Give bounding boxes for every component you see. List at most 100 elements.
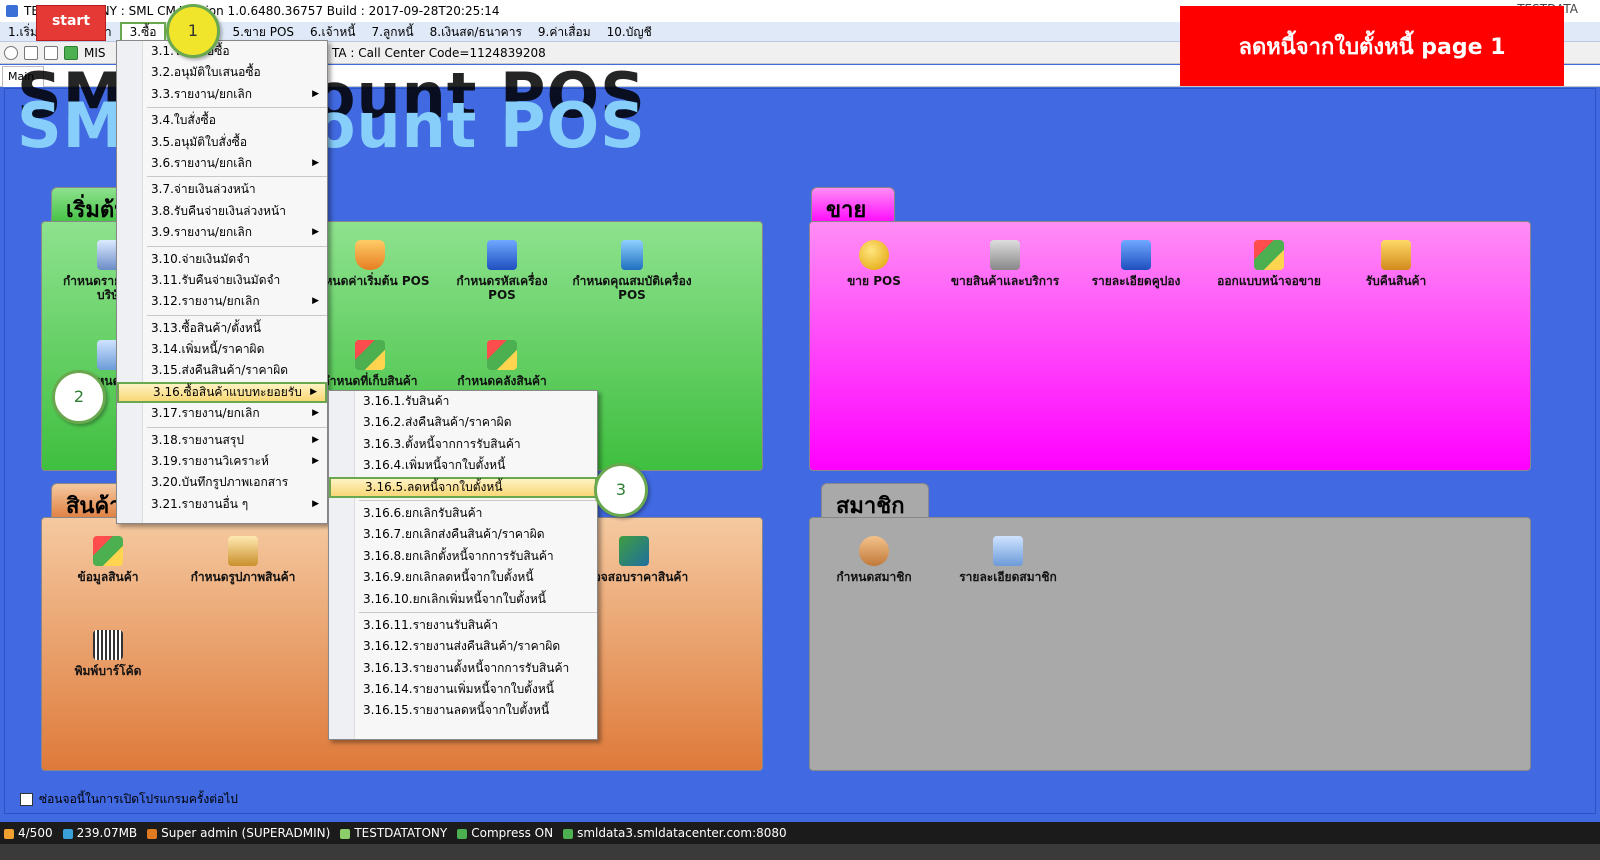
- submenu-item-label: 3.16.7.ยกเลิกส่งคืนสินค้า/ราคาผิด: [363, 527, 545, 542]
- menu-item[interactable]: 3.11.รับคืนจ่ายเงินมัดจำ: [117, 270, 327, 291]
- menu-item-3-16-installment[interactable]: 3.16.ซื้อสินค้าแบบทะยอยรับ ▶: [117, 381, 327, 404]
- menu-item[interactable]: 3.6.รายงาน/ยกเลิก ▶: [117, 153, 327, 174]
- submenu-item[interactable]: 3.16.9.ยกเลิกลดหนี้จากใบตั้งหนี้: [329, 567, 597, 588]
- compress-value: Compress ON: [471, 826, 554, 840]
- compress-status: Compress ON: [457, 826, 553, 840]
- submenu-arrow-icon: ▶: [312, 296, 319, 307]
- status-bar: 4/500 239.07MB Super admin (SUPERADMIN) …: [0, 822, 1600, 844]
- submenu-item-label: 3.16.14.รายงานเพิ่มหนี้จากใบตั้งหนี้: [363, 682, 554, 697]
- tile-member-detail[interactable]: รายละเอียดสมาชิก: [944, 536, 1072, 584]
- menu-item-label: 3.5.อนุมัติใบสั่งซื้อ: [151, 134, 248, 149]
- home-icon[interactable]: [4, 45, 18, 60]
- menu-item[interactable]: 3.20.บันทึกรูปภาพเอกสาร: [117, 472, 327, 493]
- submenu-item[interactable]: 3.16.6.ยกเลิกรับสินค้า: [329, 503, 597, 524]
- menu-item[interactable]: 3.14.เพิ่มหนี้/ราคาผิด: [117, 339, 327, 360]
- submenu-item[interactable]: 3.16.12.รายงานส่งคืนสินค้า/ราคาผิด: [329, 636, 597, 657]
- menu-buy[interactable]: 3.ซื้อ: [119, 21, 167, 42]
- menu-item[interactable]: 3.19.รายงานวิเคราะห์ ▶: [117, 451, 327, 472]
- menu-debtor[interactable]: 7.ลูกหนี้: [363, 22, 421, 42]
- submenu-item[interactable]: 3.16.1.รับสินค้า: [329, 391, 597, 412]
- menu-item-label: 3.10.จ่ายเงินมัดจำ: [151, 251, 250, 266]
- play-icon: [563, 828, 574, 839]
- menu-item[interactable]: 3.8.รับคืนจ่ายเงินล่วงหน้า: [117, 201, 327, 222]
- submenu-item[interactable]: 3.16.14.รายงานเพิ่มหนี้จากใบตั้งหนี้: [329, 679, 597, 700]
- menu-accounting[interactable]: 10.บัญชี: [599, 22, 660, 42]
- gears-icon: [990, 240, 1020, 270]
- tile-label: พิมพ์บาร์โค้ด: [74, 664, 142, 678]
- submenu-item-label: 3.16.4.เพิ่มหนี้จากใบตั้งหนี้: [363, 458, 506, 473]
- menu-item-label: 3.13.ซื้อสินค้า/ตั้งหนี้: [151, 320, 261, 335]
- menu-item[interactable]: 3.9.รายงาน/ยกเลิก ▶: [117, 222, 327, 243]
- panel-sale: ขาย POS ขายสินค้าและบริการ รายละเอียดคูป…: [809, 221, 1531, 471]
- tile-product-data[interactable]: ข้อมูลสินค้า: [48, 536, 168, 584]
- hide-screen-checkbox[interactable]: ซ่อนจอนี้ในการเปิดโปรแกรมครั้งต่อไป: [20, 790, 238, 809]
- menu-item[interactable]: 3.15.ส่งคืนสินค้า/ราคาผิด: [117, 360, 327, 381]
- menu-creditor[interactable]: 6.เจ้าหนี้: [302, 22, 363, 42]
- user-icon: [147, 828, 158, 839]
- menu-item-label: 3.9.รายงาน/ยกเลิก: [151, 225, 252, 240]
- sessions-value: 4/500: [18, 826, 53, 840]
- submenu-item[interactable]: 3.16.3.ตั้งหนี้จากการรับสินค้า: [329, 434, 597, 455]
- tile-pos-code[interactable]: กำหนดรหัสเครื่อง POS: [442, 240, 562, 302]
- memory-status: 239.07MB: [62, 826, 137, 840]
- calculator-icon[interactable]: [24, 45, 38, 60]
- checkbox-box[interactable]: [20, 793, 33, 806]
- panel-tab-member[interactable]: สมาชิก: [821, 483, 929, 521]
- menu-item[interactable]: 3.1.ใบเสนอซื้อ: [117, 41, 327, 62]
- menu-item[interactable]: 3.5.อนุมัติใบสั่งซื้อ: [117, 132, 327, 153]
- submenu-item[interactable]: 3.16.8.ยกเลิกตั้งหนี้จากการรับสินค้า: [329, 546, 597, 567]
- database-icon: [340, 828, 351, 839]
- menu-item[interactable]: 3.13.ซื้อสินค้า/ตั้งหนี้: [117, 318, 327, 339]
- panel-tab-sale[interactable]: ขาย: [811, 187, 895, 225]
- tile-sale-service[interactable]: ขายสินค้าและบริการ: [940, 240, 1070, 288]
- tile-return[interactable]: รับคืนสินค้า: [1336, 240, 1456, 288]
- boxes-icon: [487, 340, 517, 370]
- tile-screen-design[interactable]: ออกแบบหน้าจอขาย: [1204, 240, 1334, 288]
- submenu-item[interactable]: 3.16.7.ยกเลิกส่งคืนสินค้า/ราคาผิด: [329, 524, 597, 545]
- menu-item[interactable]: 3.17.รายงาน/ยกเลิก ▶: [117, 403, 327, 424]
- tile-pos-property[interactable]: กำหนดคุณสมบัติเครื่อง POS: [572, 240, 692, 302]
- tile-sale-pos[interactable]: ขาย POS: [814, 240, 934, 288]
- menu-item[interactable]: 3.18.รายงานสรุป ▶: [117, 430, 327, 451]
- menu-item-label: 3.8.รับคืนจ่ายเงินล่วงหน้า: [151, 203, 286, 218]
- tile-product-image[interactable]: กำหนดรูปภาพสินค้า: [178, 536, 308, 584]
- menu-item[interactable]: 3.12.รายงาน/ยกเลิก ▶: [117, 291, 327, 312]
- tile-label: รายละเอียดคูปอง: [1091, 274, 1181, 288]
- menu-separator: [359, 611, 597, 613]
- menu-item[interactable]: 3.21.รายงานอื่น ๆ ▶: [117, 494, 327, 515]
- submenu-item[interactable]: 3.16.15.รายงานลดหนี้จากใบตั้งหนี้: [329, 700, 597, 721]
- menu-item[interactable]: 3.3.รายงาน/ยกเลิก ▶: [117, 84, 327, 105]
- submenu-item[interactable]: 3.16.4.เพิ่มหนี้จากใบตั้งหนี้: [329, 455, 597, 476]
- tile-coupon[interactable]: รายละเอียดคูปอง: [1076, 240, 1196, 288]
- submenu-arrow-icon: ▶: [310, 386, 317, 397]
- submenu-item[interactable]: 3.16.10.ยกเลิกเพิ่มหนี้จากใบตั้งหนี้: [329, 589, 597, 610]
- mis-label[interactable]: MIS: [84, 46, 106, 60]
- submenu-item[interactable]: 3.16.2.ส่งคืนสินค้า/ราคาผิด: [329, 412, 597, 433]
- document-icon[interactable]: [44, 45, 58, 60]
- menu-depreciation[interactable]: 9.ค่าเสื่อม: [530, 22, 599, 42]
- submenu-item[interactable]: 3.16.13.รายงานตั้งหนี้จากการรับสินค้า: [329, 658, 597, 679]
- boxes-icon: [355, 340, 385, 370]
- menu-item-label: 3.14.เพิ่มหนี้/ราคาผิด: [151, 342, 265, 357]
- check-icon[interactable]: [64, 45, 78, 60]
- menu-item[interactable]: 3.7.จ่ายเงินล่วงหน้า: [117, 179, 327, 200]
- tile-storage[interactable]: กำหนดที่เก็บสินค้า: [310, 340, 430, 388]
- menu-item[interactable]: 3.10.จ่ายเงินมัดจำ: [117, 249, 327, 270]
- menu-sale-pos[interactable]: 5.ขาย POS: [224, 22, 302, 42]
- tile-member-define[interactable]: กำหนดสมาชิก: [814, 536, 934, 584]
- submenu-item-label: 3.16.8.ยกเลิกตั้งหนี้จากการรับสินค้า: [363, 548, 554, 563]
- tile-print-barcode[interactable]: พิมพ์บาร์โค้ด: [48, 630, 168, 678]
- tile-pos-default[interactable]: กำหนดค่าเริ่มต้น POS: [310, 240, 430, 288]
- sessions-status: 4/500: [4, 826, 53, 840]
- menu-item[interactable]: 3.4.ใบสั่งซื้อ: [117, 110, 327, 131]
- tile-label: กำหนดคลังสินค้า: [457, 374, 547, 388]
- menu-cash-bank[interactable]: 8.เงินสด/ธนาคาร: [422, 22, 530, 42]
- start-button[interactable]: start: [36, 5, 106, 41]
- submenu-item[interactable]: 3.16.11.รายงานรับสินค้า: [329, 615, 597, 636]
- menu-item-label: 3.2.อนุมัติใบเสนอซื้อ: [151, 65, 261, 80]
- menu-item-label: 3.3.รายงาน/ยกเลิก: [151, 86, 252, 101]
- tile-warehouse[interactable]: กำหนดคลังสินค้า: [442, 340, 562, 388]
- menu-item[interactable]: 3.2.อนุมัติใบเสนอซื้อ: [117, 62, 327, 83]
- submenu-item-3-16-5-credit-note[interactable]: 3.16.5.ลดหนี้จากใบตั้งหนี้: [329, 476, 597, 498]
- computer-icon: [487, 240, 517, 270]
